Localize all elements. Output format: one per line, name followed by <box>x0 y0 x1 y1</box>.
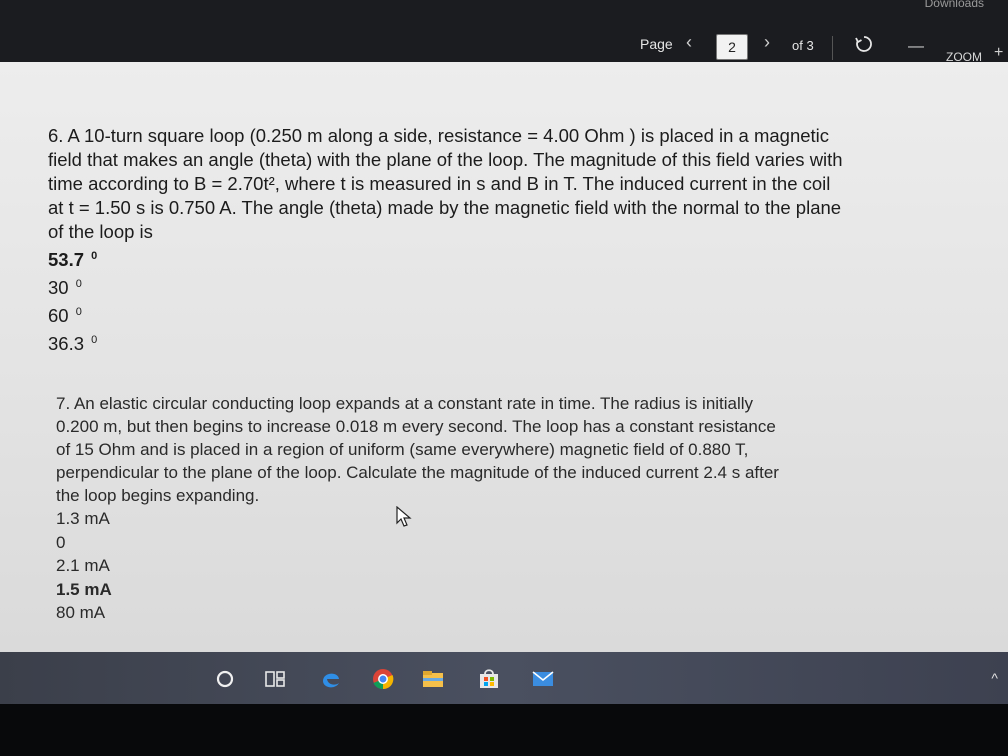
rotate-icon[interactable] <box>854 34 874 54</box>
cortana-icon[interactable] <box>212 666 238 692</box>
question-line: perpendicular to the plane of the loop. … <box>56 463 779 482</box>
store-icon[interactable] <box>476 666 502 692</box>
answer-option[interactable]: 2.1 mA <box>56 554 936 578</box>
edge-icon[interactable] <box>318 666 344 692</box>
answer-option[interactable]: 36.3 0 <box>48 328 938 356</box>
question-6: 6. A 10-turn square loop (0.250 m along … <box>48 124 938 357</box>
chrome-icon[interactable] <box>370 666 396 692</box>
document-page: 6. A 10-turn square loop (0.250 m along … <box>0 62 1008 652</box>
page-label: Page <box>640 36 673 52</box>
answer-option[interactable]: 80 mA <box>56 601 936 625</box>
answer-option[interactable]: 53.7 0 <box>48 244 938 272</box>
question-line: at t = 1.50 s is 0.750 A. The angle (the… <box>48 197 842 218</box>
question-line: 7. An elastic circular conducting loop e… <box>56 394 754 413</box>
task-view-icon[interactable] <box>262 666 288 692</box>
question-line: the loop begins expanding. <box>56 486 260 505</box>
page-number-input[interactable] <box>716 34 748 60</box>
monitor-bezel <box>0 704 1008 756</box>
mail-icon[interactable] <box>530 666 556 692</box>
question-7-text: 7. An elastic circular conducting loop e… <box>56 392 936 507</box>
page-count-label: of 3 <box>792 38 814 53</box>
file-explorer-icon[interactable] <box>420 666 446 692</box>
question-6-options: 53.7 0 30 0 60 0 36.3 0 <box>48 244 938 357</box>
mouse-cursor-icon <box>396 506 412 527</box>
chevron-right-icon[interactable]: › <box>764 32 770 53</box>
question-7: 7. An elastic circular conducting loop e… <box>56 392 936 625</box>
question-7-options: 1.3 mA 0 2.1 mA 1.5 mA 80 mA <box>56 507 936 625</box>
question-line: 6. A 10-turn square loop (0.250 m along … <box>48 125 830 146</box>
question-line: time according to B = 2.70t², where t is… <box>48 173 831 194</box>
question-line: field that makes an angle (theta) with t… <box>48 149 843 170</box>
window-title: Downloads <box>924 0 984 10</box>
system-tray-chevron-icon[interactable]: ^ <box>991 670 998 686</box>
zoom-in-button[interactable]: + <box>994 44 1003 62</box>
taskbar: ^ <box>0 652 1008 704</box>
question-line: 0.200 m, but then begins to increase 0.0… <box>56 417 776 436</box>
answer-option[interactable]: 1.3 mA <box>56 507 936 531</box>
chevron-left-icon[interactable]: ‹ <box>686 32 692 53</box>
answer-option[interactable]: 60 0 <box>48 300 938 328</box>
answer-option[interactable]: 30 0 <box>48 272 938 300</box>
toolbar-divider <box>832 36 833 60</box>
question-line: of the loop is <box>48 221 153 242</box>
question-6-text: 6. A 10-turn square loop (0.250 m along … <box>48 124 938 244</box>
zoom-out-button[interactable]: — <box>908 38 924 56</box>
answer-option[interactable]: 0 <box>56 531 936 555</box>
document-toolbar: Downloads Page ‹ › of 3 — ZOOM + <box>0 0 1008 64</box>
answer-option[interactable]: 1.5 mA <box>56 578 936 602</box>
question-line: of 15 Ohm and is placed in a region of u… <box>56 440 749 459</box>
